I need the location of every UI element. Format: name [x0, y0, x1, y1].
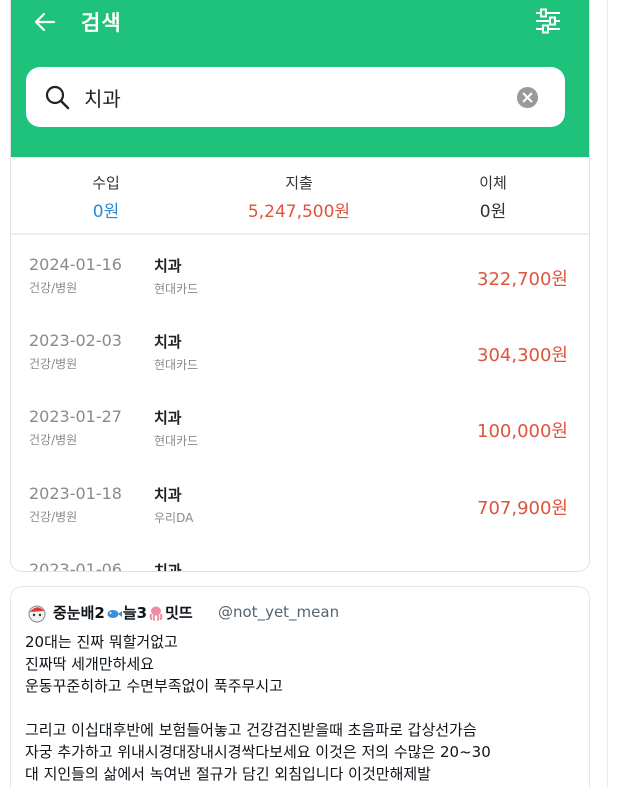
tx-date: 2023-01-27 — [29, 407, 122, 426]
tx-date: 2023-01-06 — [29, 560, 122, 572]
transfer-summary[interactable]: 이체 0원 — [403, 172, 583, 222]
tx-category: 건강/병원 — [29, 357, 78, 371]
divider — [607, 0, 608, 788]
search-input[interactable]: 치과 — [84, 83, 121, 112]
tx-card: 현대카드 — [154, 434, 199, 448]
expense-label: 지출 — [285, 174, 313, 192]
tx-amount: 322,700원 — [477, 269, 568, 290]
transfer-label: 이체 — [479, 174, 507, 192]
tx-name: 치과 — [154, 562, 182, 572]
tweet-line: 대 지인들의 삶에서 녹여낸 절규가 담긴 외침입니다 이것만해제발 — [25, 765, 431, 783]
octopus-emoji-icon — [149, 606, 163, 621]
tx-category: 건강/병원 — [29, 433, 78, 447]
transaction-row[interactable]: 2023-01-18 건강/병원 치과 우리DA 707,900원 — [11, 484, 589, 560]
tweet-line: 진짜딱 세개만하세요 — [25, 655, 154, 673]
transfer-value: 0원 — [479, 202, 507, 222]
expense-value: 5,247,500원 — [247, 202, 351, 222]
app-screenshot-card: 검색 치과 수입 0원 지출 5,247,500원 이체 0원 2024-01-… — [10, 0, 590, 572]
tx-card: 현대카드 — [154, 282, 199, 296]
fish-emoji-icon — [107, 610, 122, 618]
screenshot: 검색 치과 수입 0원 지출 5,247,500원 이체 0원 2024-01-… — [0, 0, 619, 788]
clear-icon[interactable] — [516, 86, 539, 109]
summary-row: 수입 0원 지출 5,247,500원 이체 0원 — [11, 157, 589, 235]
tx-card: 현대카드 — [154, 358, 199, 372]
tx-category: 건강/병원 — [29, 510, 78, 524]
name-part: 밋뜨 — [165, 604, 193, 622]
search-bar[interactable]: 치과 — [26, 67, 565, 127]
tweet-card[interactable]: 중눈배2 늘3 밋뜨 @not_yet_mean 20대는 진짜 뭐할거없고 진짜딱… — [10, 586, 590, 788]
tweet-display-name[interactable]: 중눈배2 늘3 밋뜨 — [53, 602, 193, 623]
expense-summary[interactable]: 지출 5,247,500원 — [209, 172, 389, 222]
transaction-row[interactable]: 2023-01-06 치과 — [11, 560, 589, 572]
transaction-row[interactable]: 2024-01-16 건강/병원 치과 현대카드 322,700원 — [11, 255, 589, 331]
tx-name: 치과 — [154, 486, 182, 504]
tweet-line: 20대는 진짜 뭐할거없고 — [25, 633, 178, 651]
name-part: 늘3 — [122, 604, 148, 622]
back-arrow-icon[interactable] — [32, 9, 58, 35]
income-label: 수입 — [92, 174, 120, 192]
page-title: 검색 — [81, 11, 122, 35]
tx-amount: 304,300원 — [477, 345, 568, 366]
search-icon — [45, 85, 70, 110]
tx-date: 2024-01-16 — [29, 255, 122, 274]
tweet-line: 그리고 이십대후반에 보험들어놓고 건강검진받을때 초음파로 갑상선가슴 — [25, 721, 477, 739]
tx-amount: 707,900원 — [477, 498, 568, 519]
tx-category: 건강/병원 — [29, 281, 78, 295]
tweet-text: 20대는 진짜 뭐할거없고 진짜딱 세개만하세요 운동꾸준히하고 수면부족없이 … — [25, 631, 585, 785]
tx-date: 2023-01-18 — [29, 484, 122, 503]
filter-sliders-icon[interactable] — [534, 7, 562, 35]
tx-card: 우리DA — [154, 511, 194, 525]
tx-date: 2023-02-03 — [29, 331, 122, 350]
transaction-row[interactable]: 2023-02-03 건강/병원 치과 현대카드 304,300원 — [11, 331, 589, 407]
tx-name: 치과 — [154, 257, 182, 275]
app-header: 검색 치과 — [11, 0, 589, 157]
tx-amount: 100,000원 — [477, 421, 568, 442]
income-value: 0원 — [92, 202, 120, 222]
income-summary[interactable]: 수입 0원 — [16, 172, 196, 222]
tweet-line: 운동꾸준히하고 수면부족없이 푹주무시고 — [25, 677, 283, 695]
transaction-row[interactable]: 2023-01-27 건강/병원 치과 현대카드 100,000원 — [11, 407, 589, 483]
tweet-line: 자궁 추가하고 위내시경대장내시경싹다보세요 이것은 저의 수많은 20~30 — [25, 743, 491, 761]
name-part: 중눈배2 — [53, 604, 105, 622]
tweet-handle[interactable]: @not_yet_mean — [218, 603, 339, 621]
tx-name: 치과 — [154, 409, 182, 427]
avatar[interactable] — [27, 603, 47, 623]
tx-name: 치과 — [154, 333, 182, 351]
